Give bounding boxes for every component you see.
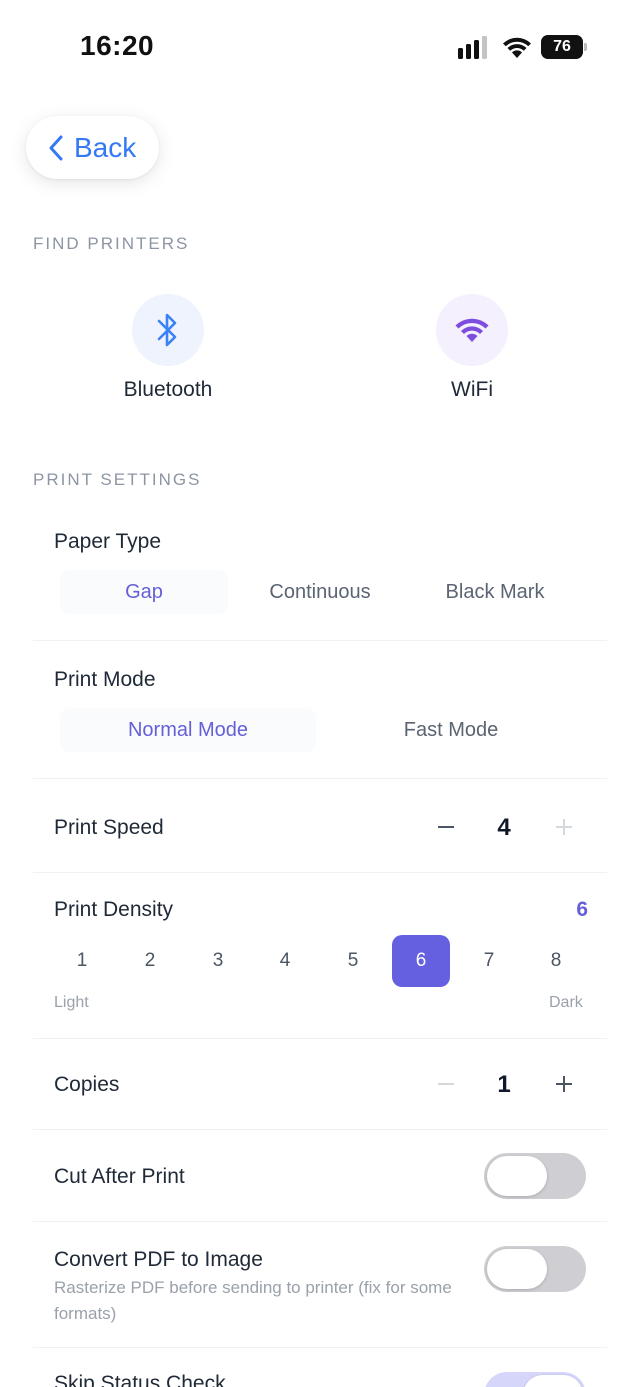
copies-increase-button[interactable] [546,1066,582,1102]
print-mode-option-normal[interactable]: Normal Mode [60,708,316,752]
battery-level: 76 [553,38,571,55]
status-time: 16:20 [80,30,155,61]
plus-icon [556,819,572,835]
chevron-left-icon [49,135,63,160]
bluetooth-icon [157,313,177,347]
density-option-8[interactable]: 8 [527,935,585,987]
divider [33,1129,607,1130]
divider [33,1347,607,1348]
toggle-knob [487,1156,547,1196]
divider [33,640,607,641]
plus-icon [556,1076,572,1092]
convert-pdf-label: Convert PDF to Image [54,1248,263,1271]
minus-icon [438,826,454,828]
toggle-knob [523,1375,583,1387]
paper-type-option-black-mark[interactable]: Black Mark [411,570,579,614]
bluetooth-icon-circle [132,294,204,366]
find-printers-heading: FIND PRINTERS [33,234,190,253]
skip-status-check-toggle[interactable] [484,1372,586,1387]
print-density-value: 6 [576,898,588,921]
bluetooth-finder-button[interactable]: Bluetooth [68,294,268,402]
convert-pdf-toggle[interactable] [484,1246,586,1292]
skip-status-check-label: Skip Status Check [54,1372,226,1387]
wifi-finder-button[interactable]: WiFi [372,294,572,402]
copies-value: 1 [497,1071,511,1098]
back-button[interactable]: Back [26,116,159,179]
bluetooth-label: Bluetooth [123,378,213,401]
print-mode-label: Print Mode [54,668,156,691]
density-option-5[interactable]: 5 [324,935,382,987]
wifi-icon [455,318,489,342]
cut-after-print-label: Cut After Print [54,1165,185,1188]
density-option-4[interactable]: 4 [256,935,314,987]
density-option-1[interactable]: 1 [53,935,111,987]
density-option-6[interactable]: 6 [392,935,450,987]
density-option-2[interactable]: 2 [121,935,179,987]
cellular-signal-icon [458,36,487,59]
print-speed-value: 4 [497,814,511,841]
divider [33,1221,607,1222]
paper-type-label: Paper Type [54,530,162,553]
wifi-icon-circle [436,294,508,366]
wifi-label: WiFi [451,378,493,401]
toggle-knob [487,1249,547,1289]
print-speed-decrease-button[interactable] [428,809,464,845]
cut-after-print-toggle[interactable] [484,1153,586,1199]
status-bar: 16:20 76 [0,0,640,95]
divider [33,872,607,873]
density-dark-label: Dark [549,994,583,1011]
print-mode-option-fast[interactable]: Fast Mode [323,708,579,752]
battery-icon: 76 [541,35,587,59]
print-speed-label: Print Speed [54,816,164,839]
convert-pdf-description: Rasterize PDF before sending to printer … [54,1278,452,1323]
divider [33,1038,607,1039]
print-settings-heading: PRINT SETTINGS [33,470,202,489]
back-label: Back [74,131,137,163]
paper-type-option-gap[interactable]: Gap [60,570,228,614]
print-density-label: Print Density [54,898,174,921]
copies-decrease-button[interactable] [428,1066,464,1102]
density-light-label: Light [54,994,89,1011]
divider [33,778,607,779]
print-speed-increase-button[interactable] [546,809,582,845]
paper-type-option-continuous[interactable]: Continuous [236,570,404,614]
minus-icon [438,1083,454,1085]
density-option-3[interactable]: 3 [189,935,247,987]
copies-label: Copies [54,1073,120,1096]
wifi-status-icon [503,37,531,58]
density-option-7[interactable]: 7 [460,935,518,987]
